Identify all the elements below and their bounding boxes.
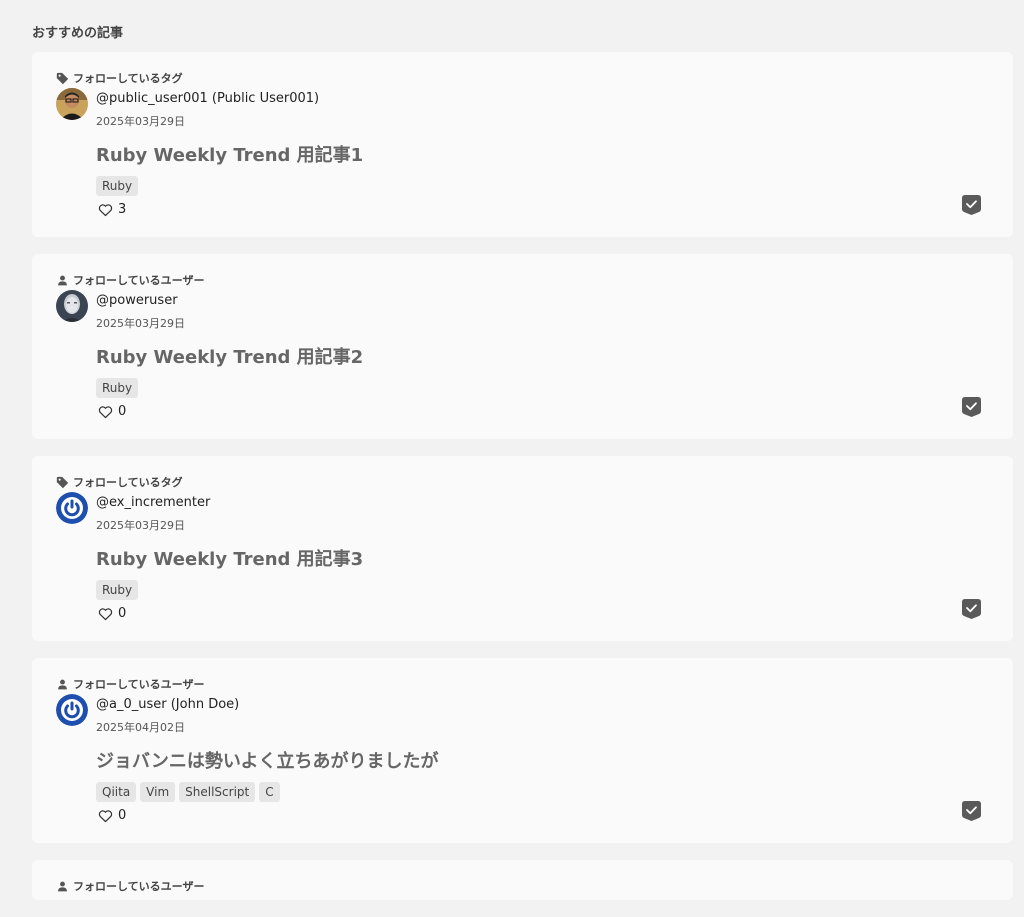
tag-icon [56,72,69,84]
author-avatar[interactable] [56,694,88,726]
tag-chip[interactable]: Ruby [96,176,139,196]
recommend-reason-label: フォローしているユーザー [73,274,205,287]
tag-chip[interactable]: Ruby [96,580,139,600]
author-name[interactable]: @poweruser [96,293,178,308]
like-counter: 0 [98,404,126,419]
article-title[interactable]: ジョバンニは勢いよく立ちあがりましたが [96,747,439,773]
tag-list: Qiita Vim ShellScript C [96,782,280,802]
stock-button[interactable] [961,396,982,417]
section-title: おすすめの記事 [32,26,124,41]
publish-date: 2025年03月29日 [96,115,185,128]
heart-icon[interactable] [98,809,113,823]
user-icon [58,679,67,689]
author-avatar[interactable] [56,88,88,120]
recommend-reason: フォローしているタグ [56,70,183,86]
user-icon [58,275,67,285]
like-counter: 3 [98,202,126,217]
avatar-power-logo [56,694,88,726]
stock-button[interactable] [961,800,982,821]
recommend-reason-label: フォローしているタグ [73,476,183,489]
tag-icon [56,476,69,488]
recommend-reason-label: フォローしているユーザー [73,880,205,893]
heart-icon[interactable] [98,405,113,419]
author-name[interactable]: @public_user001 (Public User001) [96,91,319,106]
tag-chip[interactable]: Ruby [96,378,139,398]
like-count: 0 [118,808,127,823]
article-title[interactable]: Ruby Weekly Trend 用記事1 [96,141,363,167]
author-name[interactable]: @a_0_user (John Doe) [96,697,239,712]
tag-chip[interactable]: Qiita [96,782,137,802]
heart-icon[interactable] [98,607,113,621]
publish-date: 2025年03月29日 [96,519,185,532]
recommend-reason-label: フォローしているタグ [73,72,183,85]
like-count: 0 [118,404,127,419]
recommend-reason: フォローしているユーザー [56,878,204,894]
author-avatar[interactable] [56,290,88,322]
publish-date: 2025年03月29日 [96,317,185,330]
recommend-reason: フォローしているタグ [56,474,183,490]
recommend-reason: フォローしているユーザー [56,272,204,288]
like-count: 0 [118,606,127,621]
heart-icon[interactable] [98,203,113,217]
tag-chip[interactable]: C [259,782,280,802]
like-counter: 0 [98,808,126,823]
tag-list: Ruby [96,580,139,600]
article-title[interactable]: Ruby Weekly Trend 用記事3 [96,545,363,571]
tag-list: Ruby [96,378,139,398]
recommend-reason-label: フォローしているユーザー [73,678,205,691]
tag-list: Ruby [96,176,139,196]
recommend-reason: フォローしているユーザー [56,676,204,692]
article-card: フォローしているタグ @public_user001 (Public User0… [32,52,1013,237]
author-name[interactable]: @ex_incrementer [96,495,210,510]
article-card: フォローしているユーザー [32,860,1013,900]
avatar-photo-man [56,88,88,120]
stock-button[interactable] [961,194,982,215]
stock-button[interactable] [961,598,982,619]
tag-chip[interactable]: ShellScript [179,782,256,802]
avatar-photo-face [56,290,88,322]
user-icon [58,881,67,891]
article-card: フォローしているタグ @ex_incrementer 2025年03月29日 R… [32,456,1013,641]
tag-chip[interactable]: Vim [140,782,176,802]
author-avatar[interactable] [56,492,88,524]
article-card: フォローしているユーザー @poweruser 2025年03月29日 Ruby… [32,254,1013,439]
article-feed: フォローしているタグ @public_user001 (Public User0… [32,52,1013,917]
article-title[interactable]: Ruby Weekly Trend 用記事2 [96,343,363,369]
article-card: フォローしているユーザー @a_0_user (John Doe) 2025年0… [32,658,1013,843]
publish-date: 2025年04月02日 [96,721,185,734]
like-count: 3 [118,202,127,217]
like-counter: 0 [98,606,126,621]
avatar-power-logo [56,492,88,524]
